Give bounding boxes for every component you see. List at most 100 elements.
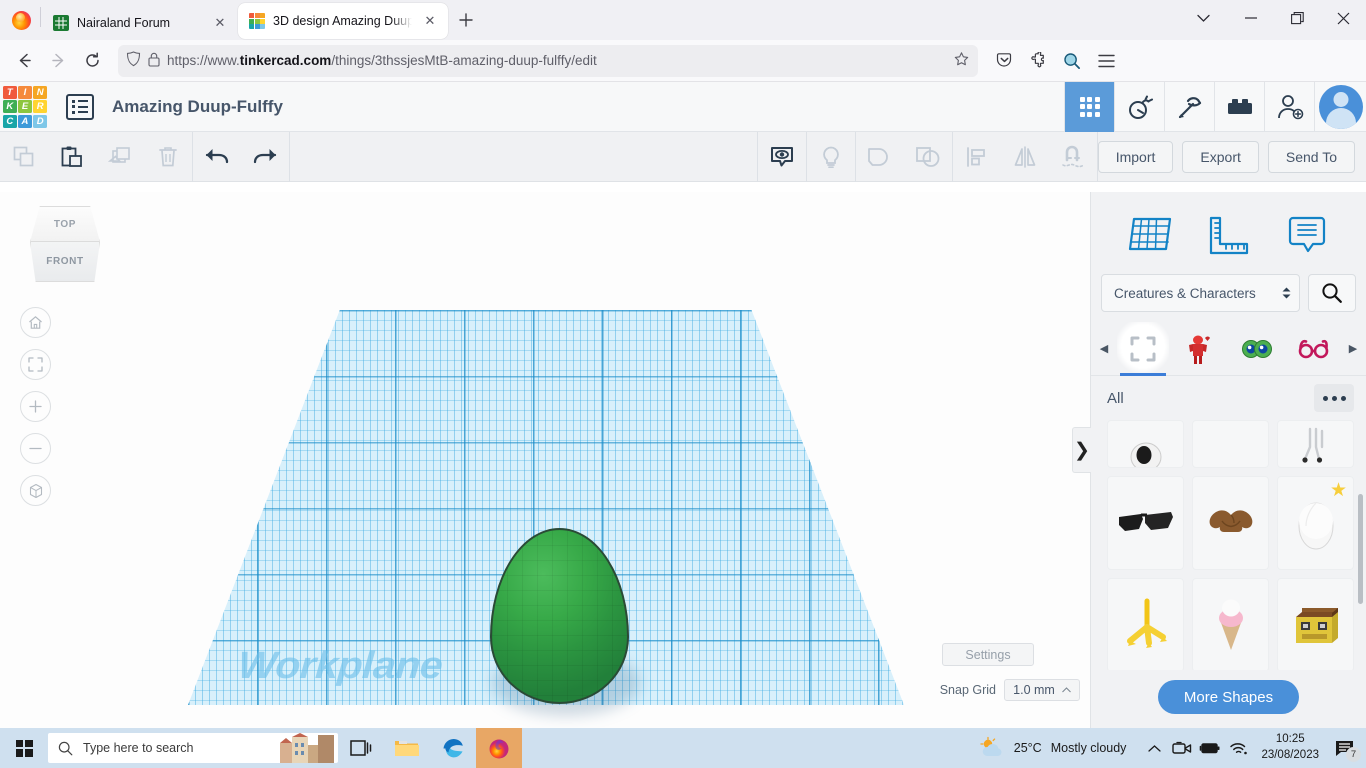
tray-date: 23/08/2023 <box>1261 748 1319 764</box>
lego-brick-icon[interactable] <box>1214 82 1264 132</box>
back-button[interactable] <box>8 45 40 77</box>
import-button[interactable]: Import <box>1098 141 1174 173</box>
show-hide-eye-icon[interactable] <box>758 132 806 182</box>
carousel-next-icon[interactable]: ▶ <box>1342 342 1364 355</box>
list-all-tabs-icon[interactable] <box>1186 2 1220 34</box>
tab-title: Nairaland Forum <box>77 16 202 31</box>
camera-icon[interactable] <box>1168 728 1196 768</box>
copy-icon[interactable] <box>0 132 48 182</box>
design-canvas[interactable]: TOP FRONT Workplane <box>0 192 1090 728</box>
maximize-window-button[interactable] <box>1274 1 1320 35</box>
carousel-prev-icon[interactable]: ◀ <box>1093 342 1115 355</box>
logo-tile: C <box>3 115 17 128</box>
battery-icon[interactable] <box>1196 728 1224 768</box>
close-window-button[interactable] <box>1320 1 1366 35</box>
align-icon[interactable] <box>953 132 1001 182</box>
wifi-icon[interactable] <box>1224 728 1252 768</box>
clock-widget[interactable]: 10:25 23/08/2023 <box>1252 732 1328 763</box>
invite-person-icon[interactable] <box>1264 82 1314 132</box>
browser-nav-bar: https://www.tinkercad.com/things/3thssje… <box>0 40 1366 82</box>
paste-icon[interactable] <box>48 132 96 182</box>
shape-item-mustache[interactable] <box>1192 476 1269 570</box>
lock-icon <box>148 52 160 70</box>
more-shapes-button[interactable]: More Shapes <box>1158 680 1299 714</box>
notifications-icon[interactable]: 7 <box>1328 728 1362 768</box>
bookmark-star-icon[interactable] <box>953 51 970 71</box>
browser-tab-tinkercad[interactable]: 3D design Amazing Duup-Fulffy ✕ <box>238 3 448 39</box>
close-icon[interactable]: ✕ <box>210 13 230 33</box>
zoom-search-icon[interactable] <box>1056 45 1088 77</box>
shape-item-minecraft-house[interactable] <box>1277 578 1354 670</box>
shape-item-blank[interactable] <box>1192 420 1269 468</box>
workplane-icon[interactable] <box>1119 208 1181 264</box>
basic-shapes-icon[interactable] <box>1117 322 1169 376</box>
red-robot-icon[interactable] <box>1174 322 1226 376</box>
edge-browser-icon[interactable] <box>430 728 476 768</box>
shape-category-select[interactable]: Creatures & Characters <box>1101 274 1300 312</box>
delete-trash-icon[interactable] <box>144 132 192 182</box>
designs-grid-icon[interactable] <box>1064 82 1114 132</box>
shape-item-egg[interactable]: ★ <box>1277 476 1354 570</box>
shape-item-bird-foot[interactable] <box>1107 578 1184 670</box>
search-input[interactable]: Type here to search <box>48 733 338 763</box>
forward-button[interactable] <box>42 45 74 77</box>
taskview-icon[interactable] <box>338 728 384 768</box>
send-to-button[interactable]: Send To <box>1268 141 1355 173</box>
minecraft-pickaxe-icon[interactable] <box>1164 82 1214 132</box>
ruler-icon[interactable] <box>1197 208 1259 264</box>
browser-tab-nairaland[interactable]: Nairaland Forum ✕ <box>42 6 238 40</box>
shape-item-eyeball[interactable] <box>1107 420 1184 468</box>
search-icon[interactable] <box>1308 274 1356 312</box>
project-list-icon[interactable] <box>66 94 94 120</box>
logo-tile: T <box>3 86 17 99</box>
panel-scrollbar[interactable] <box>1358 494 1363 604</box>
shape-item-sunglasses[interactable] <box>1107 476 1184 570</box>
view-cube[interactable]: TOP FRONT <box>22 206 108 290</box>
all-filter-label[interactable]: All <box>1107 390 1124 407</box>
menu-hamburger-icon[interactable] <box>1090 45 1122 77</box>
note-lightbulb-icon[interactable] <box>807 132 855 182</box>
zoom-in-icon[interactable] <box>20 391 51 422</box>
avatar[interactable] <box>1314 82 1366 132</box>
mirror-flip-icon[interactable] <box>1001 132 1049 182</box>
shape-item-legs-figure[interactable] <box>1277 420 1354 468</box>
redo-icon[interactable] <box>241 132 289 182</box>
tab-title: 3D design Amazing Duup-Fulffy <box>273 14 412 29</box>
collapse-panel-button[interactable]: ❯ <box>1072 427 1091 473</box>
group-icon[interactable] <box>856 132 904 182</box>
shapes-panel: ❯ Creatures & Characters <box>1090 192 1366 728</box>
weather-widget[interactable]: 25°C Mostly cloudy <box>979 736 1141 760</box>
duplicate-icon[interactable] <box>96 132 144 182</box>
ungroup-icon[interactable] <box>904 132 952 182</box>
reload-button[interactable] <box>76 45 108 77</box>
viewcube-top-face[interactable]: TOP <box>30 206 100 242</box>
more-options-icon[interactable] <box>1314 384 1354 412</box>
address-bar[interactable]: https://www.tinkercad.com/things/3thssje… <box>118 45 978 77</box>
settings-button[interactable]: Settings <box>942 643 1034 666</box>
close-icon[interactable]: ✕ <box>420 11 440 31</box>
extensions-icon[interactable] <box>1022 45 1054 77</box>
snap-grid-dropdown[interactable]: 1.0 mm <box>1004 679 1080 701</box>
windows-start-icon[interactable] <box>0 728 48 768</box>
orthographic-toggle-icon[interactable] <box>20 475 51 506</box>
tinkercad-logo[interactable]: T I N K E R C A D <box>2 85 48 129</box>
zoom-out-icon[interactable] <box>20 433 51 464</box>
shape-item-ice-cream-cone[interactable] <box>1192 578 1269 670</box>
green-eyes-icon[interactable] <box>1231 322 1283 376</box>
pink-glasses-icon[interactable] <box>1288 322 1340 376</box>
new-tab-button[interactable] <box>456 7 476 33</box>
minimize-window-button[interactable] <box>1228 1 1274 35</box>
firefox-browser-icon[interactable] <box>476 728 522 768</box>
home-view-icon[interactable] <box>20 307 51 338</box>
chevron-up-icon[interactable] <box>1140 728 1168 768</box>
note-icon[interactable] <box>1276 208 1338 264</box>
undo-icon[interactable] <box>193 132 241 182</box>
pocket-icon[interactable] <box>988 45 1020 77</box>
codeblocks-icon[interactable] <box>1114 82 1164 132</box>
fit-to-view-icon[interactable] <box>20 349 51 380</box>
file-explorer-icon[interactable] <box>384 728 430 768</box>
viewcube-front-face[interactable]: FRONT <box>30 242 100 282</box>
tinkercad-header: T I N K E R C A D Amazing Duup-Fulffy <box>0 82 1366 132</box>
magnet-workplane-icon[interactable] <box>1049 132 1097 182</box>
export-button[interactable]: Export <box>1182 141 1258 173</box>
